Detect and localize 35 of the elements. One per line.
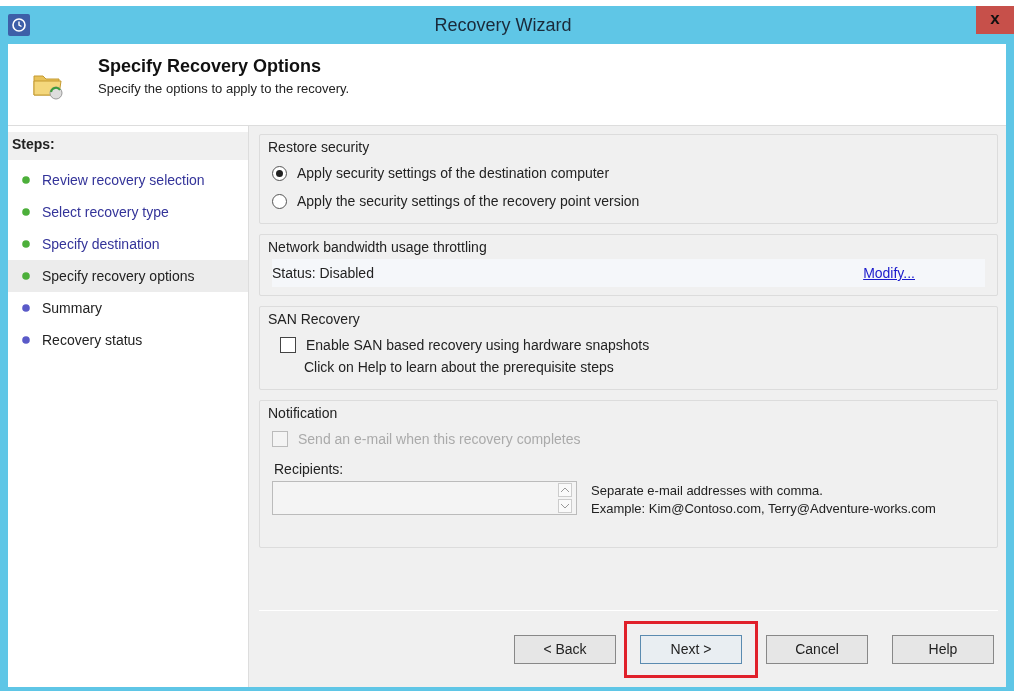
group-title: Notification xyxy=(268,405,339,421)
help-note: Click on Help to learn about the prerequisite steps xyxy=(303,359,615,377)
hint-text: Separate e-mail addresses with comma. xyxy=(591,483,824,499)
step-item[interactable]: Specify recovery options xyxy=(8,260,248,292)
scroll-arrows-icon[interactable] xyxy=(558,482,572,514)
recipients-field[interactable] xyxy=(272,481,577,515)
modify-link[interactable]: Modify... xyxy=(863,265,915,281)
wizard-button[interactable]: Cancel xyxy=(766,634,868,664)
radio-button[interactable] xyxy=(272,165,287,181)
status-text: Status: Disabled xyxy=(272,265,374,281)
steps-heading: Steps: xyxy=(8,132,248,160)
group-title: SAN Recovery xyxy=(268,311,361,327)
step-item[interactable]: Summary xyxy=(8,292,248,324)
wizard-button[interactable]: Next > xyxy=(640,634,742,664)
page-title: Specify Recovery Options xyxy=(98,56,323,77)
step-item[interactable]: Specify destination xyxy=(8,228,248,260)
hint-text: Example: Kim@Contoso.com, Terry@Adventure-works.com xyxy=(591,501,936,517)
page-subtitle: Specify the options to apply to the recovery. xyxy=(98,81,350,96)
step-item[interactable]: Review recovery selection xyxy=(8,164,248,196)
window-title: Recovery Wizard xyxy=(433,14,573,36)
group-title: Restore security xyxy=(268,139,371,155)
checkbox[interactable] xyxy=(280,337,296,353)
step-item[interactable]: Select recovery type xyxy=(8,196,248,228)
group-title: Network bandwidth usage throttling xyxy=(268,239,488,255)
recipients-label: Recipients: xyxy=(274,461,345,477)
step-item[interactable]: Recovery status xyxy=(8,324,248,356)
close-button[interactable]: x xyxy=(976,6,1014,34)
radio-label: Apply the security settings of the recovery point version xyxy=(297,193,640,209)
wizard-button[interactable]: Help xyxy=(892,634,994,664)
radio-label: Apply security settings of the destination computer xyxy=(297,165,610,181)
clock-icon xyxy=(8,14,30,36)
radio-button[interactable] xyxy=(272,193,287,209)
checkbox-label: Enable SAN based recovery using hardware snapshots xyxy=(306,337,650,353)
wizard-button[interactable]: < Back xyxy=(514,634,616,664)
checkbox-label: Send an e-mail when this recovery completes xyxy=(298,431,581,447)
